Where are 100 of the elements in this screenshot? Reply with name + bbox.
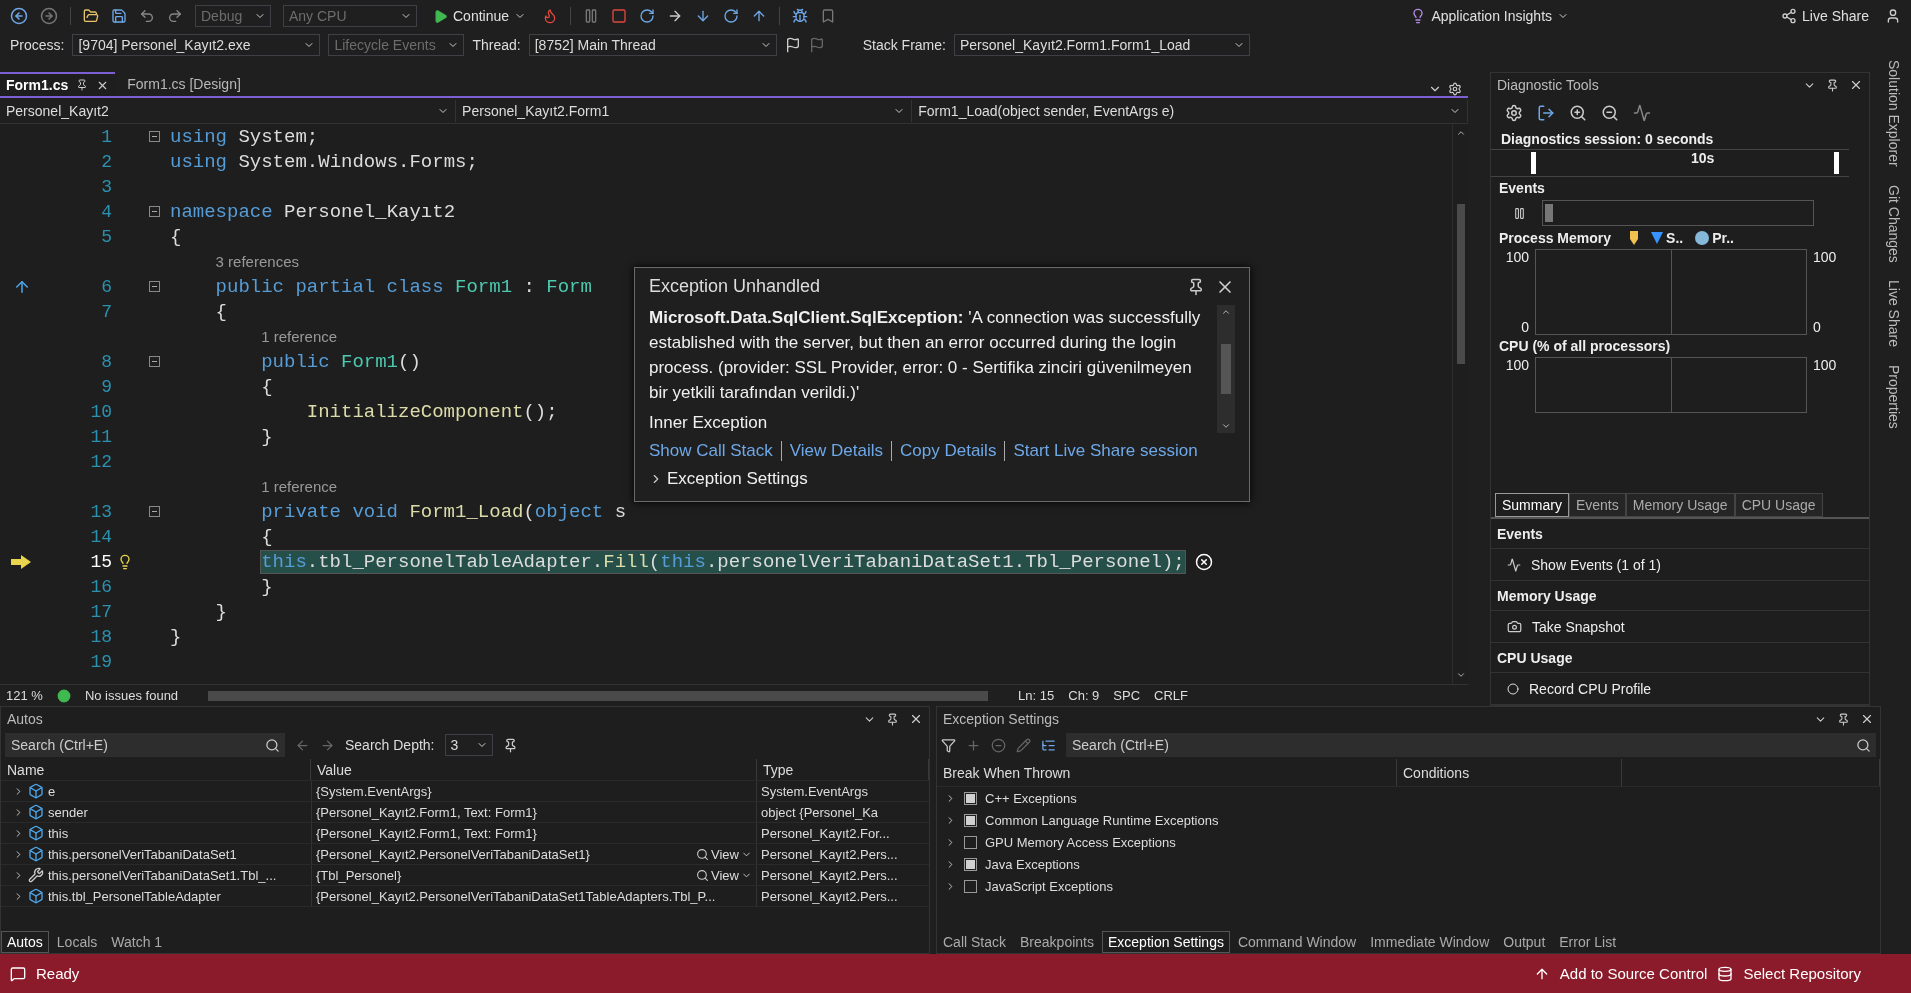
remove-icon[interactable] <box>991 737 1006 753</box>
insights-button[interactable]: Application Insights <box>1406 8 1574 24</box>
panel-tab[interactable]: Command Window <box>1231 931 1363 953</box>
scroll-down-icon[interactable] <box>1221 421 1231 431</box>
navigation-dropdown[interactable]: Personel_Kayıt2.Form1 <box>456 99 913 122</box>
document-tab[interactable]: Form1.cs [Design] <box>121 72 247 96</box>
diagnostics-tab[interactable]: Summary <box>1495 493 1569 517</box>
panel-tab[interactable]: Locals <box>50 931 104 953</box>
forward-icon[interactable] <box>40 7 58 25</box>
view-button[interactable]: View <box>696 867 752 883</box>
zoom-out-icon[interactable] <box>1601 104 1619 122</box>
list-icon[interactable] <box>1041 737 1056 753</box>
action-link[interactable]: Take Snapshot <box>1532 618 1625 635</box>
column-header[interactable]: Value <box>311 759 757 780</box>
settings-icon[interactable] <box>1448 82 1462 96</box>
popup-link[interactable]: Copy Details <box>900 441 997 461</box>
live-share-button[interactable]: Live Share <box>1777 8 1873 24</box>
scroll-up-icon[interactable] <box>1455 128 1466 138</box>
close-icon[interactable] <box>1849 78 1863 92</box>
save-icon[interactable] <box>111 8 127 24</box>
diagnostics-tab[interactable]: Events <box>1568 493 1626 517</box>
side-tab[interactable]: Properties <box>1886 365 1902 430</box>
close-icon[interactable] <box>1860 712 1874 726</box>
restart-icon[interactable] <box>639 8 656 24</box>
stack-frame-dropdown[interactable]: Personel_Kayıt2.Form1.Form1_Load <box>953 34 1250 56</box>
thread-dropdown[interactable]: [8752] Main Thread <box>528 34 777 56</box>
zoom-level[interactable]: 121 % <box>6 688 43 703</box>
popup-link[interactable]: Start Live Share session <box>1013 441 1198 461</box>
diagnostics-tab[interactable]: CPU Usage <box>1734 493 1823 517</box>
view-button[interactable]: View <box>696 846 752 862</box>
pause-icon[interactable] <box>1513 206 1526 220</box>
continue-button[interactable]: Continue <box>429 8 531 24</box>
popup-link[interactable]: Show Call Stack <box>649 441 773 461</box>
column-header[interactable]: Name <box>1 759 311 780</box>
panel-tab[interactable]: Output <box>1497 931 1552 953</box>
collapse-icon[interactable] <box>148 206 160 217</box>
timeline-marker[interactable] <box>1834 152 1840 174</box>
panel-tab[interactable]: Immediate Window <box>1364 931 1496 953</box>
close-icon[interactable] <box>909 712 923 726</box>
side-tab[interactable]: Git Changes <box>1886 184 1902 263</box>
undo-icon[interactable] <box>139 8 155 24</box>
whitespace-indicator[interactable]: SPC <box>1113 688 1141 703</box>
issues-status[interactable]: No issues found <box>84 688 179 703</box>
collapse-icon[interactable] <box>148 506 160 517</box>
checkbox[interactable] <box>964 857 977 871</box>
action-link[interactable]: Record CPU Profile <box>1529 680 1652 697</box>
lightbulb-icon[interactable] <box>117 553 133 570</box>
pin-icon[interactable] <box>502 737 518 753</box>
search-icon[interactable] <box>1855 737 1871 753</box>
back-icon[interactable] <box>10 7 28 25</box>
search-icon[interactable] <box>264 737 280 753</box>
source-control-button[interactable]: Add to Source Control <box>1559 965 1708 982</box>
pin-icon[interactable] <box>886 712 899 726</box>
pin-icon[interactable] <box>76 79 89 91</box>
action-link[interactable]: Show Events (1 of 1) <box>1531 556 1661 573</box>
stop-icon[interactable] <box>611 8 628 24</box>
panel-tab[interactable]: Error List <box>1553 931 1623 953</box>
panel-tab[interactable]: Call Stack <box>937 931 1013 953</box>
panel-tab[interactable]: Breakpoints <box>1014 931 1100 953</box>
panel-tab[interactable]: Watch 1 <box>105 931 169 953</box>
search-field[interactable]: Search (Ctrl+E) <box>5 733 259 757</box>
checkbox[interactable] <box>964 879 977 893</box>
side-tab[interactable]: Live Share <box>1886 280 1902 348</box>
line-ending-indicator[interactable]: CRLF <box>1154 688 1189 703</box>
checkbox[interactable] <box>964 813 977 827</box>
side-tab[interactable]: Solution Explorer <box>1886 60 1902 167</box>
edit-icon[interactable] <box>1016 737 1031 753</box>
collapse-icon[interactable] <box>148 281 160 292</box>
magnifier-icon[interactable] <box>696 847 710 861</box>
code-lens-text[interactable]: 1 reference <box>261 328 338 345</box>
scroll-down-icon[interactable] <box>1455 670 1466 680</box>
repository-icon[interactable] <box>1717 965 1734 982</box>
diagnostics-tab[interactable]: Memory Usage <box>1625 493 1735 517</box>
column-header[interactable]: Break When Thrown <box>937 759 1397 786</box>
export-icon[interactable] <box>1537 104 1555 122</box>
checkbox[interactable] <box>964 791 977 805</box>
scroll-up-icon[interactable] <box>1221 307 1231 317</box>
code-lens-text[interactable]: 3 references <box>215 253 299 270</box>
panel-tab[interactable]: Exception Settings <box>1101 931 1230 953</box>
pin-icon[interactable] <box>1837 712 1850 726</box>
bug-icon[interactable] <box>792 8 809 24</box>
scrollbar-thumb[interactable] <box>1221 344 1231 394</box>
magnifier-icon[interactable] <box>696 868 710 882</box>
process-dropdown[interactable]: [9704] Personel_Kayıt2.exe <box>72 34 321 56</box>
forward-arrow-icon[interactable] <box>320 737 335 753</box>
pin-icon[interactable] <box>1826 78 1839 92</box>
popup-link[interactable]: View Details <box>789 441 883 461</box>
code-lens-text[interactable]: 1 reference <box>261 478 338 495</box>
folder-icon[interactable] <box>83 8 99 24</box>
redo-icon[interactable] <box>167 8 183 24</box>
play-icon[interactable] <box>433 8 448 24</box>
zoom-in-icon[interactable] <box>1569 104 1587 122</box>
exception-settings-expander[interactable]: Exception Settings <box>649 469 1235 489</box>
repository-button[interactable]: Select Repository <box>1743 965 1861 982</box>
flag-icon[interactable] <box>784 37 801 53</box>
panel-tab[interactable]: Autos <box>1 931 49 953</box>
pin-icon[interactable] <box>1187 277 1205 296</box>
depth-dropdown[interactable]: 3 <box>444 734 493 756</box>
checkbox[interactable] <box>964 835 977 849</box>
account-icon[interactable] <box>1885 8 1901 24</box>
